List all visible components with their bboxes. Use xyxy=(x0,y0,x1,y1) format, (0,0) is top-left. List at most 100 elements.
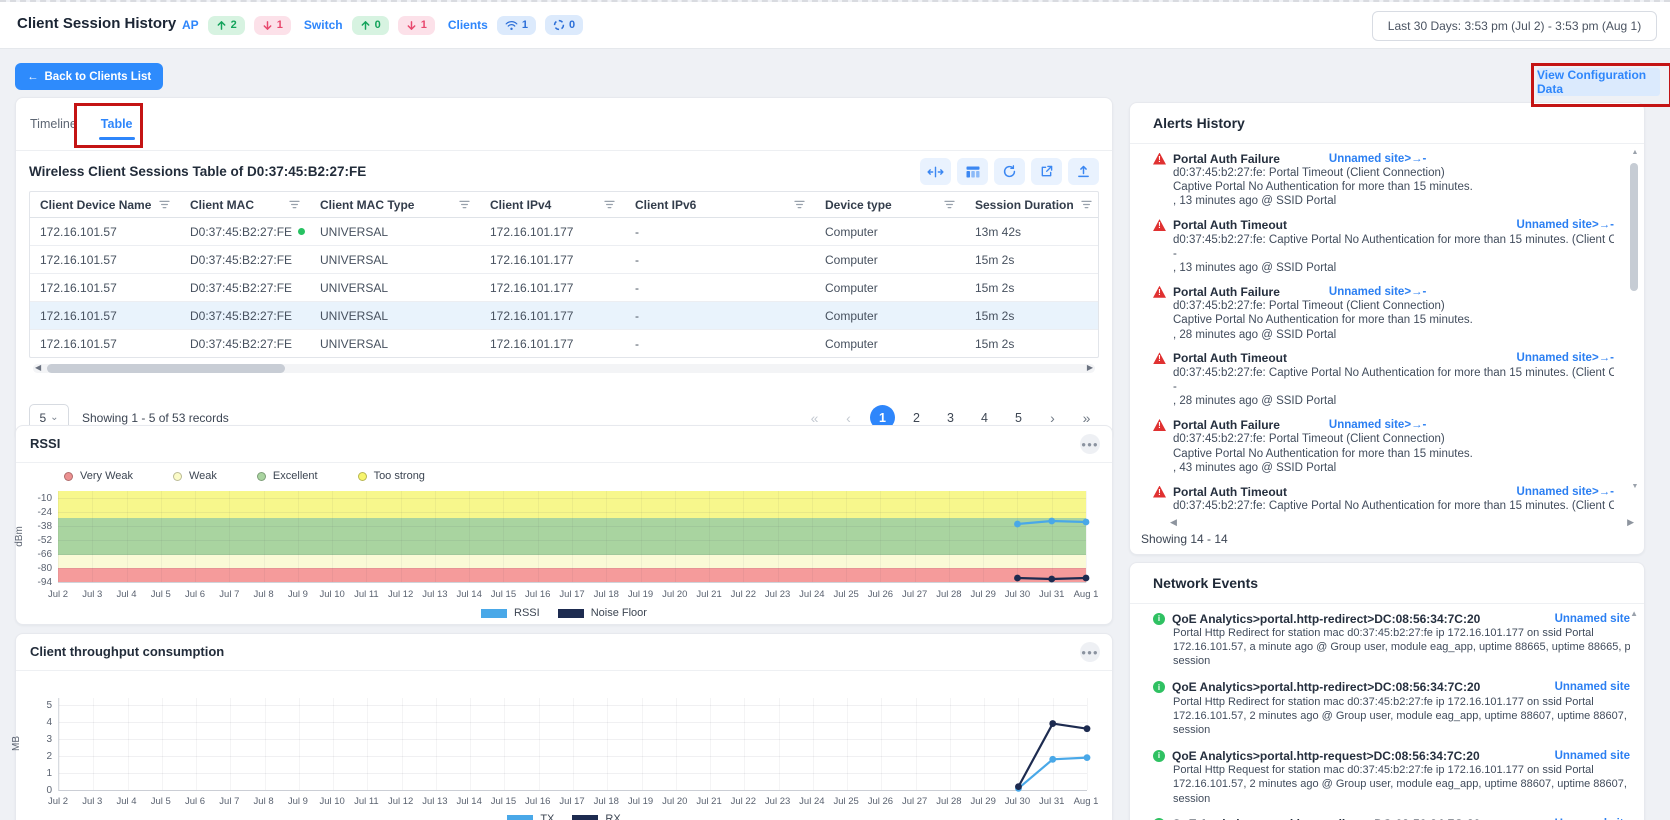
scroll-left-icon[interactable]: ◀ xyxy=(35,363,41,372)
alert-site-link[interactable]: Unnamed site>→- xyxy=(1517,219,1614,231)
filter-icon[interactable] xyxy=(289,200,300,209)
scroll-up-icon[interactable]: ▲ xyxy=(1630,149,1640,156)
table-row[interactable]: 172.16.101.57D0:37:45:B2:27:FEUNIVERSAL1… xyxy=(30,218,1098,246)
view-configuration-link[interactable]: View Configuration Data xyxy=(1537,68,1660,96)
zone-legend-dot xyxy=(358,472,367,481)
throughput-plot-area xyxy=(58,698,1087,791)
event-site-link[interactable]: Unnamed site xyxy=(1555,681,1630,693)
info-icon: i xyxy=(1153,750,1165,762)
scroll-down-icon[interactable]: ▼ xyxy=(1630,483,1640,490)
column-header[interactable]: Device type xyxy=(815,198,965,212)
table-cell: D0:37:45:B2:27:FE xyxy=(180,309,310,323)
alerts-vertical-scrollbar[interactable]: ▲ ▼ xyxy=(1630,161,1638,478)
alert-detail-line: d0:37:45:b2:27:fe: Portal Timeout (Clien… xyxy=(1173,432,1614,446)
rssi-x-axis-labels: Jul 2Jul 3Jul 4Jul 5Jul 6Jul 7Jul 8Jul 9… xyxy=(58,589,1086,601)
table-row[interactable]: 172.16.101.57D0:37:45:B2:27:FEUNIVERSAL1… xyxy=(30,330,1098,357)
back-to-clients-button[interactable]: ← Back to Clients List xyxy=(15,63,163,90)
table-horizontal-scrollbar[interactable]: ◀ ▶ xyxy=(33,364,1095,373)
column-header[interactable]: Session Duration xyxy=(965,198,1099,212)
alarm-warning-icon xyxy=(1153,153,1166,165)
table-row[interactable]: 172.16.101.57D0:37:45:B2:27:FEUNIVERSAL1… xyxy=(30,302,1098,330)
alerts-next-icon[interactable]: ▶ xyxy=(1627,517,1634,528)
x-tick-label: Jul 3 xyxy=(82,589,102,600)
filter-icon[interactable] xyxy=(944,200,955,209)
column-resize-button[interactable] xyxy=(920,158,951,185)
y-tick-label: 0 xyxy=(18,785,52,796)
date-range-picker[interactable]: Last 30 Days: 3:53 pm (Jul 2) - 3:53 pm … xyxy=(1372,11,1657,41)
table-row[interactable]: 172.16.101.57D0:37:45:B2:27:FEUNIVERSAL1… xyxy=(30,246,1098,274)
filter-icon[interactable] xyxy=(1081,200,1092,209)
column-header[interactable]: Client IPv4 xyxy=(480,198,625,212)
column-header-label: Client MAC xyxy=(190,198,254,212)
table-row[interactable]: 172.16.101.57D0:37:45:B2:27:FEUNIVERSAL1… xyxy=(30,274,1098,302)
table-cell: - xyxy=(625,253,815,267)
column-header-label: Client IPv4 xyxy=(490,198,551,212)
alert-site-link[interactable]: Unnamed site>→- xyxy=(1517,486,1614,498)
cell-value: UNIVERSAL xyxy=(320,225,388,239)
x-tick-label: Jul 5 xyxy=(151,589,171,600)
x-tick-label: Jul 4 xyxy=(116,796,136,807)
series-legend-item[interactable]: RSSI xyxy=(481,607,540,619)
alarm-warning-icon xyxy=(1153,419,1166,431)
column-header[interactable]: Client MAC Type xyxy=(310,198,480,212)
alerts-showing-label: Showing 14 - 14 xyxy=(1141,532,1228,546)
scrollbar-thumb[interactable] xyxy=(1630,163,1638,291)
stat-badge-roam[interactable]: 0 xyxy=(545,15,583,35)
event-detail-line: session xyxy=(1173,654,1630,668)
refresh-button[interactable] xyxy=(994,158,1025,185)
alert-detail-line: d0:37:45:b2:27:fe: Captive Portal No Aut… xyxy=(1173,499,1614,513)
event-detail-line: 172.16.101.57, 2 minutes ago @ Group use… xyxy=(1173,777,1630,791)
y-tick-label: 3 xyxy=(18,734,52,745)
series-legend-item[interactable]: RX xyxy=(572,813,620,820)
export-button[interactable] xyxy=(1068,158,1099,185)
tab-timeline[interactable]: Timeline xyxy=(30,117,77,131)
alert-item: Portal Auth TimeoutUnnamed site>→-d0:37:… xyxy=(1153,351,1614,409)
info-icon: i xyxy=(1153,613,1165,625)
stat-badge-value: 0 xyxy=(569,20,575,31)
stat-badge-down[interactable]: 1 xyxy=(398,16,435,35)
stat-badge-down[interactable]: 1 xyxy=(254,16,291,35)
event-site-link[interactable]: Unnamed site xyxy=(1555,750,1630,762)
columns-button[interactable] xyxy=(957,158,988,185)
alarm-warning-icon xyxy=(1153,352,1166,364)
series-legend-item[interactable]: Noise Floor xyxy=(558,607,647,619)
column-header[interactable]: Client Device Name xyxy=(30,198,180,212)
table-cell: - xyxy=(625,225,815,239)
stat-badge-wifi[interactable]: 1 xyxy=(497,16,536,35)
filter-icon[interactable] xyxy=(159,200,170,209)
alert-title: Portal Auth Timeout xyxy=(1173,485,1287,499)
alert-site-link[interactable]: Unnamed site>→- xyxy=(1517,352,1614,364)
more-options-icon[interactable]: ●●● xyxy=(1080,642,1100,662)
x-tick-label: Jul 25 xyxy=(833,589,858,600)
column-header[interactable]: Client MAC xyxy=(180,198,310,212)
alert-detail-line: d0:37:45:b2:27:fe: Portal Timeout (Clien… xyxy=(1173,166,1614,180)
alert-detail-line: d0:37:45:b2:27:fe: Captive Portal No Aut… xyxy=(1173,233,1614,247)
alert-site-link[interactable]: Unnamed site>→- xyxy=(1329,153,1426,165)
event-detail-line: 172.16.101.57, a minute ago @ Group user… xyxy=(1173,640,1630,654)
more-options-icon[interactable]: ●●● xyxy=(1080,434,1100,454)
x-tick-label: Jul 13 xyxy=(422,589,447,600)
alerts-prev-icon[interactable]: ◀ xyxy=(1170,517,1177,528)
scroll-up-icon[interactable]: ▲ xyxy=(1630,609,1638,618)
alert-site-link[interactable]: Unnamed site>→- xyxy=(1329,286,1426,298)
rssi-chart-card: RSSI ●●● Very WeakWeakExcellentToo stron… xyxy=(15,425,1113,625)
table-cell: UNIVERSAL xyxy=(310,309,480,323)
stat-badge-up[interactable]: 0 xyxy=(352,16,389,35)
tab-table[interactable]: Table xyxy=(101,117,133,131)
column-header[interactable]: Client IPv6 xyxy=(625,198,815,212)
x-tick-label: Jul 29 xyxy=(971,796,996,807)
x-tick-label: Jul 19 xyxy=(628,589,653,600)
scroll-right-icon[interactable]: ▶ xyxy=(1087,363,1093,372)
filter-icon[interactable] xyxy=(794,200,805,209)
x-tick-label: Jul 24 xyxy=(799,796,824,807)
stat-badge-up[interactable]: 2 xyxy=(208,16,245,35)
event-site-link[interactable]: Unnamed site xyxy=(1555,613,1630,625)
filter-icon[interactable] xyxy=(604,200,615,209)
network-events-panel: Network Events ▲ iQoE Analytics>portal.h… xyxy=(1129,562,1645,820)
open-external-button[interactable] xyxy=(1031,158,1062,185)
x-tick-label: Jul 20 xyxy=(662,796,687,807)
alert-site-link[interactable]: Unnamed site>→- xyxy=(1329,419,1426,431)
filter-icon[interactable] xyxy=(459,200,470,209)
scrollbar-thumb[interactable] xyxy=(47,364,285,373)
series-legend-item[interactable]: TX xyxy=(507,813,554,820)
